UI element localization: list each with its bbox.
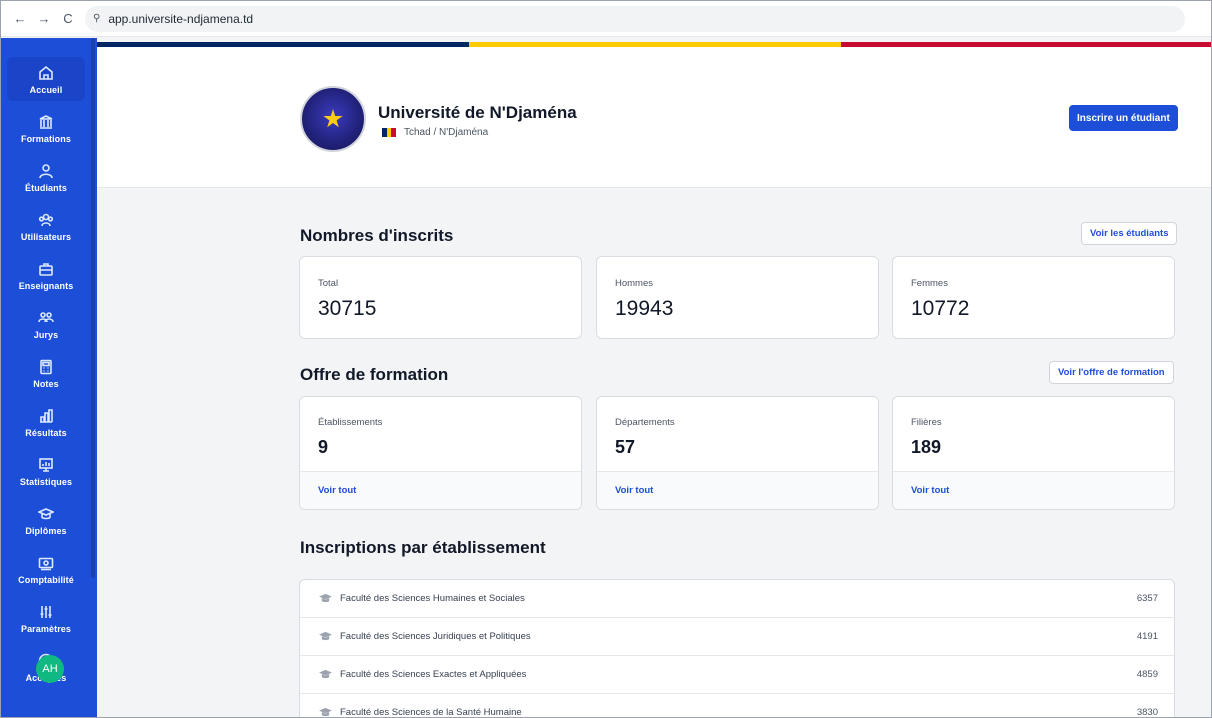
institution-count: 3830 — [1136, 707, 1158, 718]
sidebar-item-label: Enseignants — [18, 280, 74, 291]
stat-label: Total — [318, 278, 339, 289]
offer-card-filieres: Filières 189 Voir tout — [892, 396, 1175, 510]
institution-name: Faculté des Sciences de la Santé Humaine — [340, 707, 522, 718]
briefcase-icon — [37, 260, 55, 278]
forward-icon[interactable]: → — [33, 8, 55, 30]
address-bar[interactable]: ⚲ app.universite-ndjamena.td — [85, 5, 1185, 32]
sidebar-item-label: Formations — [20, 133, 71, 144]
graduation-cap-icon — [318, 593, 332, 605]
bar-chart-icon — [37, 407, 55, 425]
url-text: app.universite-ndjamena.td — [108, 11, 254, 26]
list-item[interactable]: Faculté des Sciences Juridiques et Polit… — [300, 618, 1174, 656]
presentation-chart-icon — [37, 456, 55, 474]
institution-count: 6357 — [1136, 593, 1158, 604]
view-all-link[interactable]: Voir tout — [300, 471, 581, 509]
view-all-link[interactable]: Voir tout — [597, 471, 878, 509]
institution-count: 4191 — [1136, 631, 1158, 642]
view-all-link[interactable]: Voir tout — [893, 471, 1174, 509]
view-offer-button[interactable]: Voir l'offre de formation — [1049, 361, 1174, 384]
by-institution-title: Inscriptions par établissement — [300, 538, 546, 557]
users-icon — [37, 211, 55, 229]
sidebar-item-label: Étudiants — [25, 182, 67, 193]
sidebar-item-label: Paramètres — [20, 623, 72, 634]
stat-value: 19943 — [615, 297, 674, 320]
back-icon[interactable]: ← — [9, 8, 31, 30]
offer-value: 189 — [911, 437, 942, 457]
sidebar-item-label: Jurys — [33, 329, 59, 340]
calculator-icon — [37, 358, 55, 376]
chad-flag-icon — [382, 128, 397, 137]
logo-star-icon — [323, 109, 343, 128]
app-frame: ← → C ⚲ app.universite-ndjamena.td Accue… — [0, 0, 1212, 718]
sidebar-scrollbar[interactable] — [91, 38, 95, 578]
sidebar-item-diplomes[interactable]: Diplômes — [7, 498, 85, 542]
institution-name: Faculté des Sciences Humaines et Sociale… — [340, 593, 525, 604]
sidebar-item-label: Résultats — [25, 427, 67, 438]
avatar[interactable]: AH — [36, 655, 64, 683]
sidebar: Accueil Formations Étudiants Utilisateur… — [1, 38, 97, 717]
stat-value: 30715 — [318, 297, 377, 320]
institution-name: Faculté des Sciences Exactes et Appliqué… — [340, 669, 527, 680]
offer-card-etablissements: Établissements 9 Voir tout — [299, 396, 582, 510]
enrollments-title: Nombres d'inscrits — [300, 226, 454, 245]
offer-label: Départements — [615, 417, 675, 428]
user-icon — [37, 162, 55, 180]
sliders-icon — [37, 603, 55, 621]
offer-value: 57 — [615, 437, 636, 457]
sidebar-item-accueil[interactable]: Accueil — [7, 57, 85, 101]
sidebar-item-notes[interactable]: Notes — [7, 351, 85, 395]
sidebar-item-formations[interactable]: Formations — [7, 106, 85, 150]
view-students-button[interactable]: Voir les étudiants — [1081, 222, 1178, 245]
offer-title: Offre de formation — [300, 365, 449, 384]
university-location: Tchad / N'Djaména — [382, 127, 488, 138]
sidebar-item-label: Accueil — [29, 84, 63, 95]
location-text: Tchad / N'Djaména — [404, 127, 489, 138]
stat-label: Femmes — [911, 278, 948, 289]
sidebar-item-statistiques[interactable]: Statistiques — [7, 449, 85, 493]
offer-value: 9 — [318, 437, 329, 457]
enroll-student-button[interactable]: Inscrire un étudiant — [1069, 105, 1178, 131]
sidebar-item-label: Utilisateurs — [20, 231, 72, 242]
list-item[interactable]: Faculté des Sciences Humaines et Sociale… — [300, 580, 1174, 618]
institution-icon — [37, 113, 55, 131]
sidebar-item-resultats[interactable]: Résultats — [7, 400, 85, 444]
sidebar-item-jurys[interactable]: Jurys — [7, 302, 85, 346]
university-header: Université de N'Djaména Tchad / N'Djamén… — [97, 47, 1211, 188]
stat-card-total: Total 30715 — [299, 256, 582, 339]
list-item[interactable]: Faculté des Sciences Exactes et Appliqué… — [300, 656, 1174, 694]
university-logo — [300, 86, 366, 152]
sidebar-item-label: Notes — [33, 378, 59, 389]
home-icon — [37, 64, 55, 82]
sidebar-item-label: Diplômes — [25, 525, 67, 536]
stat-card-hommes: Hommes 19943 — [596, 256, 879, 339]
sidebar-item-parametres[interactable]: Paramètres — [7, 596, 85, 640]
sidebar-item-label: Statistiques — [19, 476, 73, 487]
site-info-icon[interactable]: ⚲ — [93, 13, 100, 24]
stat-value: 10772 — [911, 297, 970, 320]
list-item[interactable]: Faculté des Sciences de la Santé Humaine… — [300, 694, 1174, 718]
sidebar-item-etudiants[interactable]: Étudiants — [7, 155, 85, 199]
sidebar-item-utilisateurs[interactable]: Utilisateurs — [7, 204, 85, 248]
graduation-cap-icon — [37, 505, 55, 523]
university-name: Université de N'Djaména — [378, 103, 577, 122]
banknote-icon — [37, 554, 55, 572]
graduation-cap-icon — [318, 707, 332, 718]
sidebar-item-label: Comptabilité — [18, 574, 74, 585]
offer-card-departements: Départements 57 Voir tout — [596, 396, 879, 510]
sidebar-item-comptabilite[interactable]: Comptabilité — [7, 547, 85, 591]
institution-name: Faculté des Sciences Juridiques et Polit… — [340, 631, 531, 642]
institution-list: Faculté des Sciences Humaines et Sociale… — [299, 579, 1175, 718]
graduation-cap-icon — [318, 669, 332, 681]
graduation-cap-icon — [318, 631, 332, 643]
stat-label: Hommes — [615, 278, 654, 289]
group-icon — [37, 309, 55, 327]
sidebar-item-enseignants[interactable]: Enseignants — [7, 253, 85, 297]
browser-toolbar: ← → C ⚲ app.universite-ndjamena.td — [1, 1, 1211, 37]
institution-count: 4859 — [1136, 669, 1158, 680]
reload-icon[interactable]: C — [57, 8, 79, 30]
offer-label: Établissements — [318, 417, 383, 428]
offer-label: Filières — [911, 417, 942, 428]
stat-card-femmes: Femmes 10772 — [892, 256, 1175, 339]
